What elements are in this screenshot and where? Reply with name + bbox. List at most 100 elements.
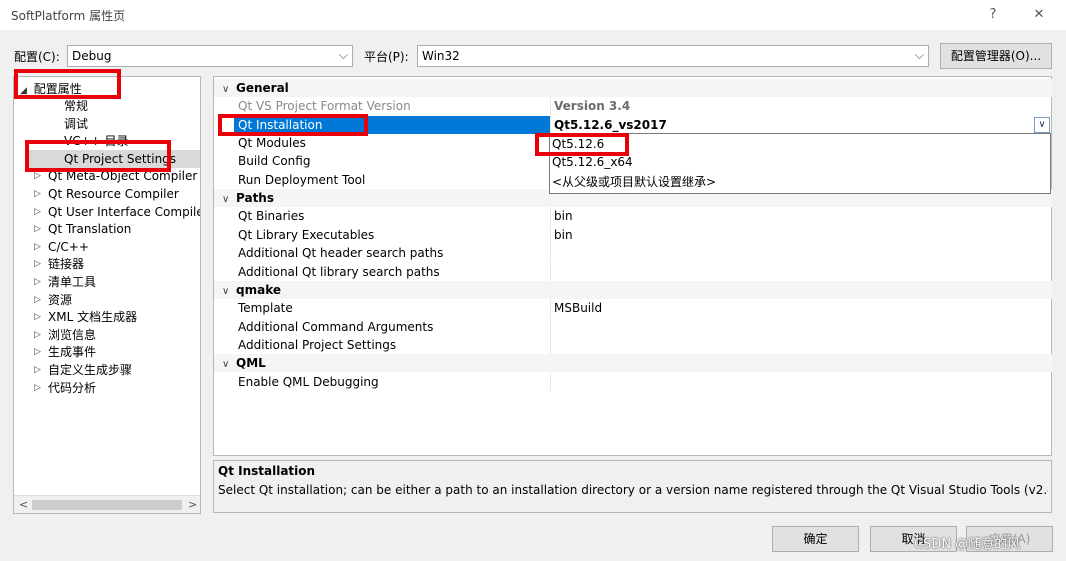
tree-item-label: Qt User Interface Compiler (48, 204, 200, 219)
property-name: Additional Qt library search paths (238, 264, 440, 279)
expand-triangle-icon[interactable]: ▷ (34, 379, 46, 397)
collapse-chevron-icon[interactable]: ∨ (222, 283, 236, 301)
dropdown-option[interactable]: <从父级或项目默认设置继承> (552, 173, 716, 190)
property-name: Additional Project Settings (238, 337, 397, 352)
dropdown-option[interactable]: Qt5.12.6_x64 (552, 155, 633, 169)
property-name: Qt VS Project Format Version (238, 99, 411, 114)
property-value: Version 3.4 (554, 99, 631, 114)
tree-item-label: 资源 (48, 292, 73, 307)
expand-triangle-icon[interactable]: ▷ (34, 203, 46, 221)
category-header: ∨ QML (222, 354, 266, 374)
expand-triangle-icon[interactable]: ▷ (34, 273, 46, 291)
config-manager-button[interactable]: 配置管理器(O)... (940, 43, 1052, 69)
grid-category-qmake[interactable]: ∨ qmake (214, 280, 1052, 301)
close-button[interactable]: ✕ (1026, 3, 1052, 27)
column-separator (550, 317, 551, 336)
chevron-down-icon: ⌵ (338, 48, 348, 62)
tree-item-label: Qt Resource Compiler (48, 187, 179, 201)
column-separator (550, 115, 551, 134)
category-label: General (236, 81, 289, 95)
window-title: SoftPlatform 属性页 (11, 9, 126, 23)
platform-label: 平台(P): (364, 50, 409, 64)
property-row[interactable]: Additional Command Arguments (214, 317, 1052, 336)
highlight-box-qt-installation (218, 114, 368, 136)
expand-triangle-icon[interactable]: ▷ (34, 343, 46, 361)
description-text: Select Qt installation; can be either a … (218, 483, 1048, 497)
column-separator (550, 372, 551, 391)
expand-triangle-icon[interactable]: ▷ (34, 361, 46, 379)
column-separator (550, 299, 551, 318)
description-panel: Qt Installation Select Qt installation; … (213, 460, 1052, 513)
tree-item-label: 自定义生成步骤 (48, 363, 133, 377)
property-value: bin (554, 227, 573, 242)
category-header: ∨ Paths (222, 189, 274, 209)
property-name: Additional Qt header search paths (238, 246, 444, 261)
property-row[interactable]: Additional Qt header search paths (214, 244, 1052, 263)
tree-hscrollbar[interactable]: < > (14, 495, 200, 513)
collapse-chevron-icon[interactable]: ∨ (222, 356, 236, 374)
property-row[interactable]: Qt VS Project Format Version Version 3.4 (214, 97, 1052, 116)
column-separator (550, 225, 551, 244)
tree-item-label: 清单工具 (48, 275, 97, 289)
scroll-left-icon[interactable]: < (19, 498, 28, 511)
tree-item-label: C/C++ (48, 239, 89, 254)
collapse-chevron-icon[interactable]: ∨ (222, 81, 236, 99)
property-row[interactable]: Qt Library Executables bin (214, 225, 1052, 244)
column-separator (550, 244, 551, 263)
description-title: Qt Installation (218, 464, 316, 478)
tree-item-label: 常规 (64, 99, 89, 113)
highlight-box-config-root (14, 69, 121, 99)
property-row[interactable]: Template MSBuild (214, 299, 1052, 318)
property-value: MSBuild (554, 301, 603, 316)
ok-button[interactable]: 确定 (772, 526, 859, 552)
property-value: Qt5.12.6_vs2017 (554, 117, 667, 132)
platform-value: Win32 (422, 49, 460, 63)
column-separator (550, 97, 551, 116)
highlight-box-qt-project-settings (25, 140, 171, 172)
tree-item-label: 浏览信息 (48, 327, 97, 342)
category-label: Paths (236, 191, 274, 206)
highlight-box-qt-version (535, 133, 629, 156)
tree-item-label: 代码分析 (48, 380, 97, 395)
title-bar: SoftPlatform 属性页 ? ✕ (0, 0, 1066, 30)
expand-triangle-icon[interactable]: ▷ (34, 185, 46, 203)
tree-item-label: 生成事件 (48, 345, 97, 360)
expand-triangle-icon[interactable]: ▷ (34, 238, 46, 256)
category-label: QML (236, 356, 266, 371)
collapse-chevron-icon[interactable]: ∨ (222, 191, 236, 209)
property-name: Qt Library Executables (238, 227, 375, 242)
grid-category-general[interactable]: ∨ General (214, 79, 1052, 97)
category-label: qmake (236, 282, 281, 297)
property-row[interactable]: Qt Binaries bin (214, 207, 1052, 226)
property-value: bin (554, 209, 573, 224)
help-button[interactable]: ? (980, 3, 1006, 27)
scroll-thumb[interactable] (32, 500, 182, 510)
property-name: Additional Command Arguments (238, 319, 434, 334)
property-row[interactable]: Additional Qt library search paths (214, 262, 1052, 281)
column-separator (550, 262, 551, 281)
tree-item-label: 链接器 (48, 257, 85, 272)
column-separator (550, 335, 551, 354)
tree-item-label: Qt Translation (48, 222, 132, 237)
chevron-down-icon: ⌵ (914, 48, 924, 62)
config-label: 配置(C): (14, 50, 60, 64)
category-header: ∨ qmake (222, 281, 281, 301)
expand-triangle-icon[interactable]: ▷ (34, 291, 46, 309)
watermark-text: CSDN @随意的风 (914, 537, 1021, 552)
property-name: Build Config (238, 154, 311, 169)
category-header: ∨ General (222, 79, 289, 99)
config-select[interactable]: Debug ⌵ (67, 45, 353, 67)
expand-triangle-icon[interactable]: ▷ (34, 308, 46, 326)
platform-select[interactable]: Win32 ⌵ (417, 45, 929, 67)
dropdown-arrow-icon[interactable]: ∨ (1034, 116, 1050, 133)
property-row[interactable]: Additional Project Settings (214, 335, 1052, 354)
expand-triangle-icon[interactable]: ▷ (34, 220, 46, 238)
expand-triangle-icon[interactable]: ▷ (34, 255, 46, 273)
property-row[interactable]: Enable QML Debugging (214, 372, 1052, 391)
tree-item-label: 调试 (64, 116, 89, 131)
scroll-right-icon[interactable]: > (188, 498, 197, 511)
config-value: Debug (72, 49, 112, 63)
expand-triangle-icon[interactable]: ▷ (34, 326, 46, 344)
grid-category-qml[interactable]: ∨ QML (214, 354, 1052, 374)
column-separator (550, 207, 551, 226)
